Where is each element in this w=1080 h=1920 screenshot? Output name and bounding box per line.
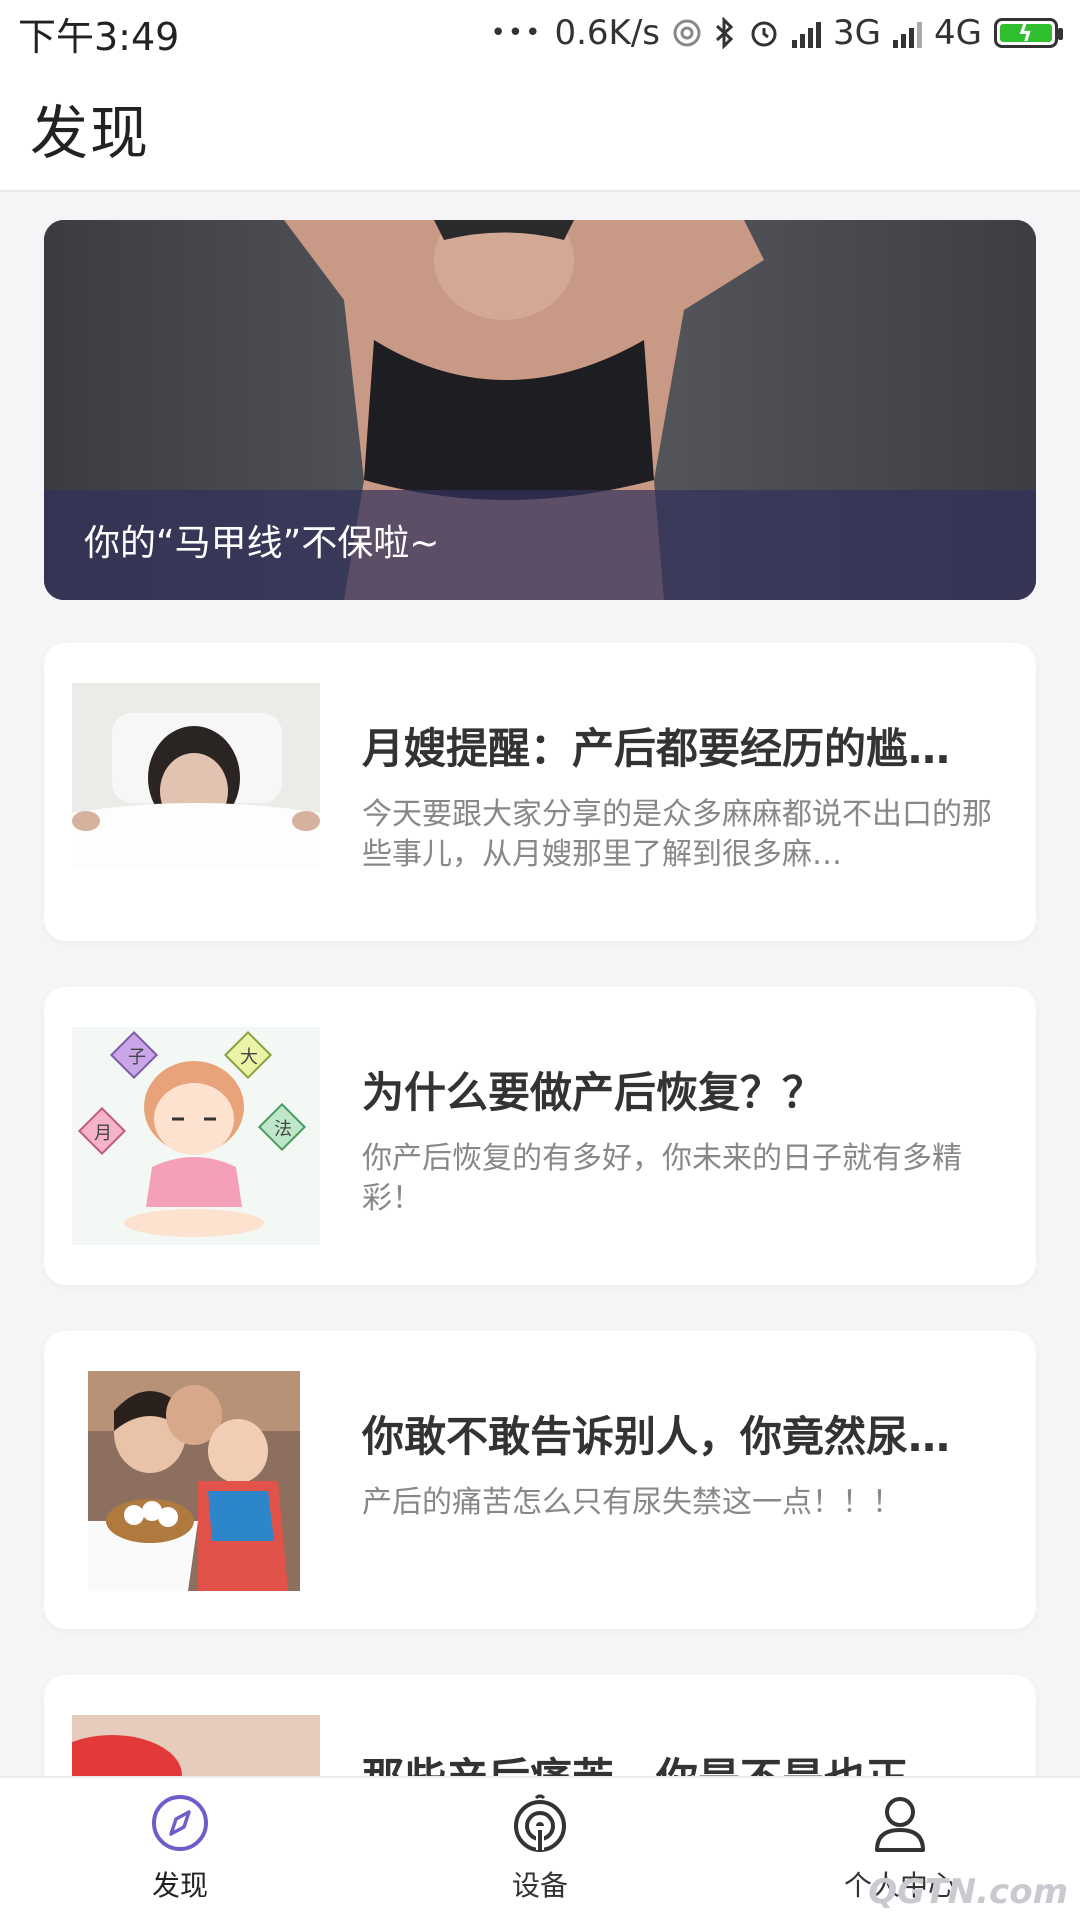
badge-da: 大 <box>240 1047 258 1068</box>
more-dots-icon: ••• <box>490 18 543 48</box>
nav-label: 设备 <box>511 1869 568 1902</box>
bluetooth-icon <box>714 17 736 49</box>
net-4g: 4G <box>934 13 982 53</box>
article-card[interactable]: 子 大 月 法 为什么要做产后恢复？？ 你产后恢复的有多好，你未来的日子就有多精… <box>44 987 1036 1285</box>
article-thumbnail: 子 大 月 法 <box>72 1027 320 1245</box>
compass-icon <box>152 1795 208 1851</box>
nav-discover[interactable]: 发现 <box>80 1792 280 1912</box>
status-time: 下午3:49 <box>18 14 180 59</box>
watermark: QGTN.com <box>868 1872 1068 1912</box>
banner[interactable]: 你的“马甲线”不保啦~ <box>44 220 1036 600</box>
hotspot-icon <box>672 18 702 48</box>
battery-icon: ϟ <box>994 18 1063 48</box>
article-thumbnail <box>88 1371 300 1591</box>
signal-3g-icon <box>792 18 822 48</box>
article-card[interactable]: 你敢不敢告诉别人，你竟然尿… 产后的痛苦怎么只有尿失禁这一点！！！ <box>44 1331 1036 1629</box>
net-speed: 0.6K/s <box>554 13 661 53</box>
signal-4g-icon <box>893 18 923 48</box>
bottom-nav: 发现 设备 个人中心 QGTN.com <box>0 1776 1080 1920</box>
article-desc: 你产后恢复的有多好，你未来的日子就有多精彩！ <box>362 1141 962 1216</box>
header: 发现 <box>0 66 1080 192</box>
device-icon <box>514 1794 566 1852</box>
badge-fa: 法 <box>274 1119 292 1140</box>
page-title: 发现 <box>30 99 151 167</box>
banner-caption: 你的“马甲线”不保啦~ <box>84 523 440 564</box>
article-title: 月嫂提醒：产后都要经历的尴… <box>362 724 951 773</box>
nav-device[interactable]: 设备 <box>440 1792 640 1912</box>
nav-label: 发现 <box>151 1869 208 1902</box>
article-title: 为什么要做产后恢复？？ <box>362 1068 825 1117</box>
status-bar: 下午3:49 ••• 0.6K/s 3G 4G ϟ <box>0 0 1080 66</box>
article-title: 你敢不敢告诉别人，你竟然尿… <box>362 1412 951 1461</box>
article-desc: 产后的痛苦怎么只有尿失禁这一点！！！ <box>362 1485 902 1520</box>
article-thumbnail <box>72 683 320 869</box>
status-icons: ••• 0.6K/s 3G 4G ϟ <box>490 13 1063 53</box>
article-desc: 今天要跟大家分享的是众多麻麻都说不出口的那些事儿，从月嫂那里了解到很多麻… <box>362 797 992 872</box>
net-3g: 3G <box>833 13 882 53</box>
user-icon <box>875 1797 925 1852</box>
article-card[interactable]: 月嫂提醒：产后都要经历的尴… 今天要跟大家分享的是众多麻麻都说不出口的那些事儿，… <box>44 643 1036 941</box>
badge-yue: 月 <box>94 1123 112 1144</box>
badge-zi: 子 <box>128 1047 146 1068</box>
alarm-icon <box>748 17 780 49</box>
